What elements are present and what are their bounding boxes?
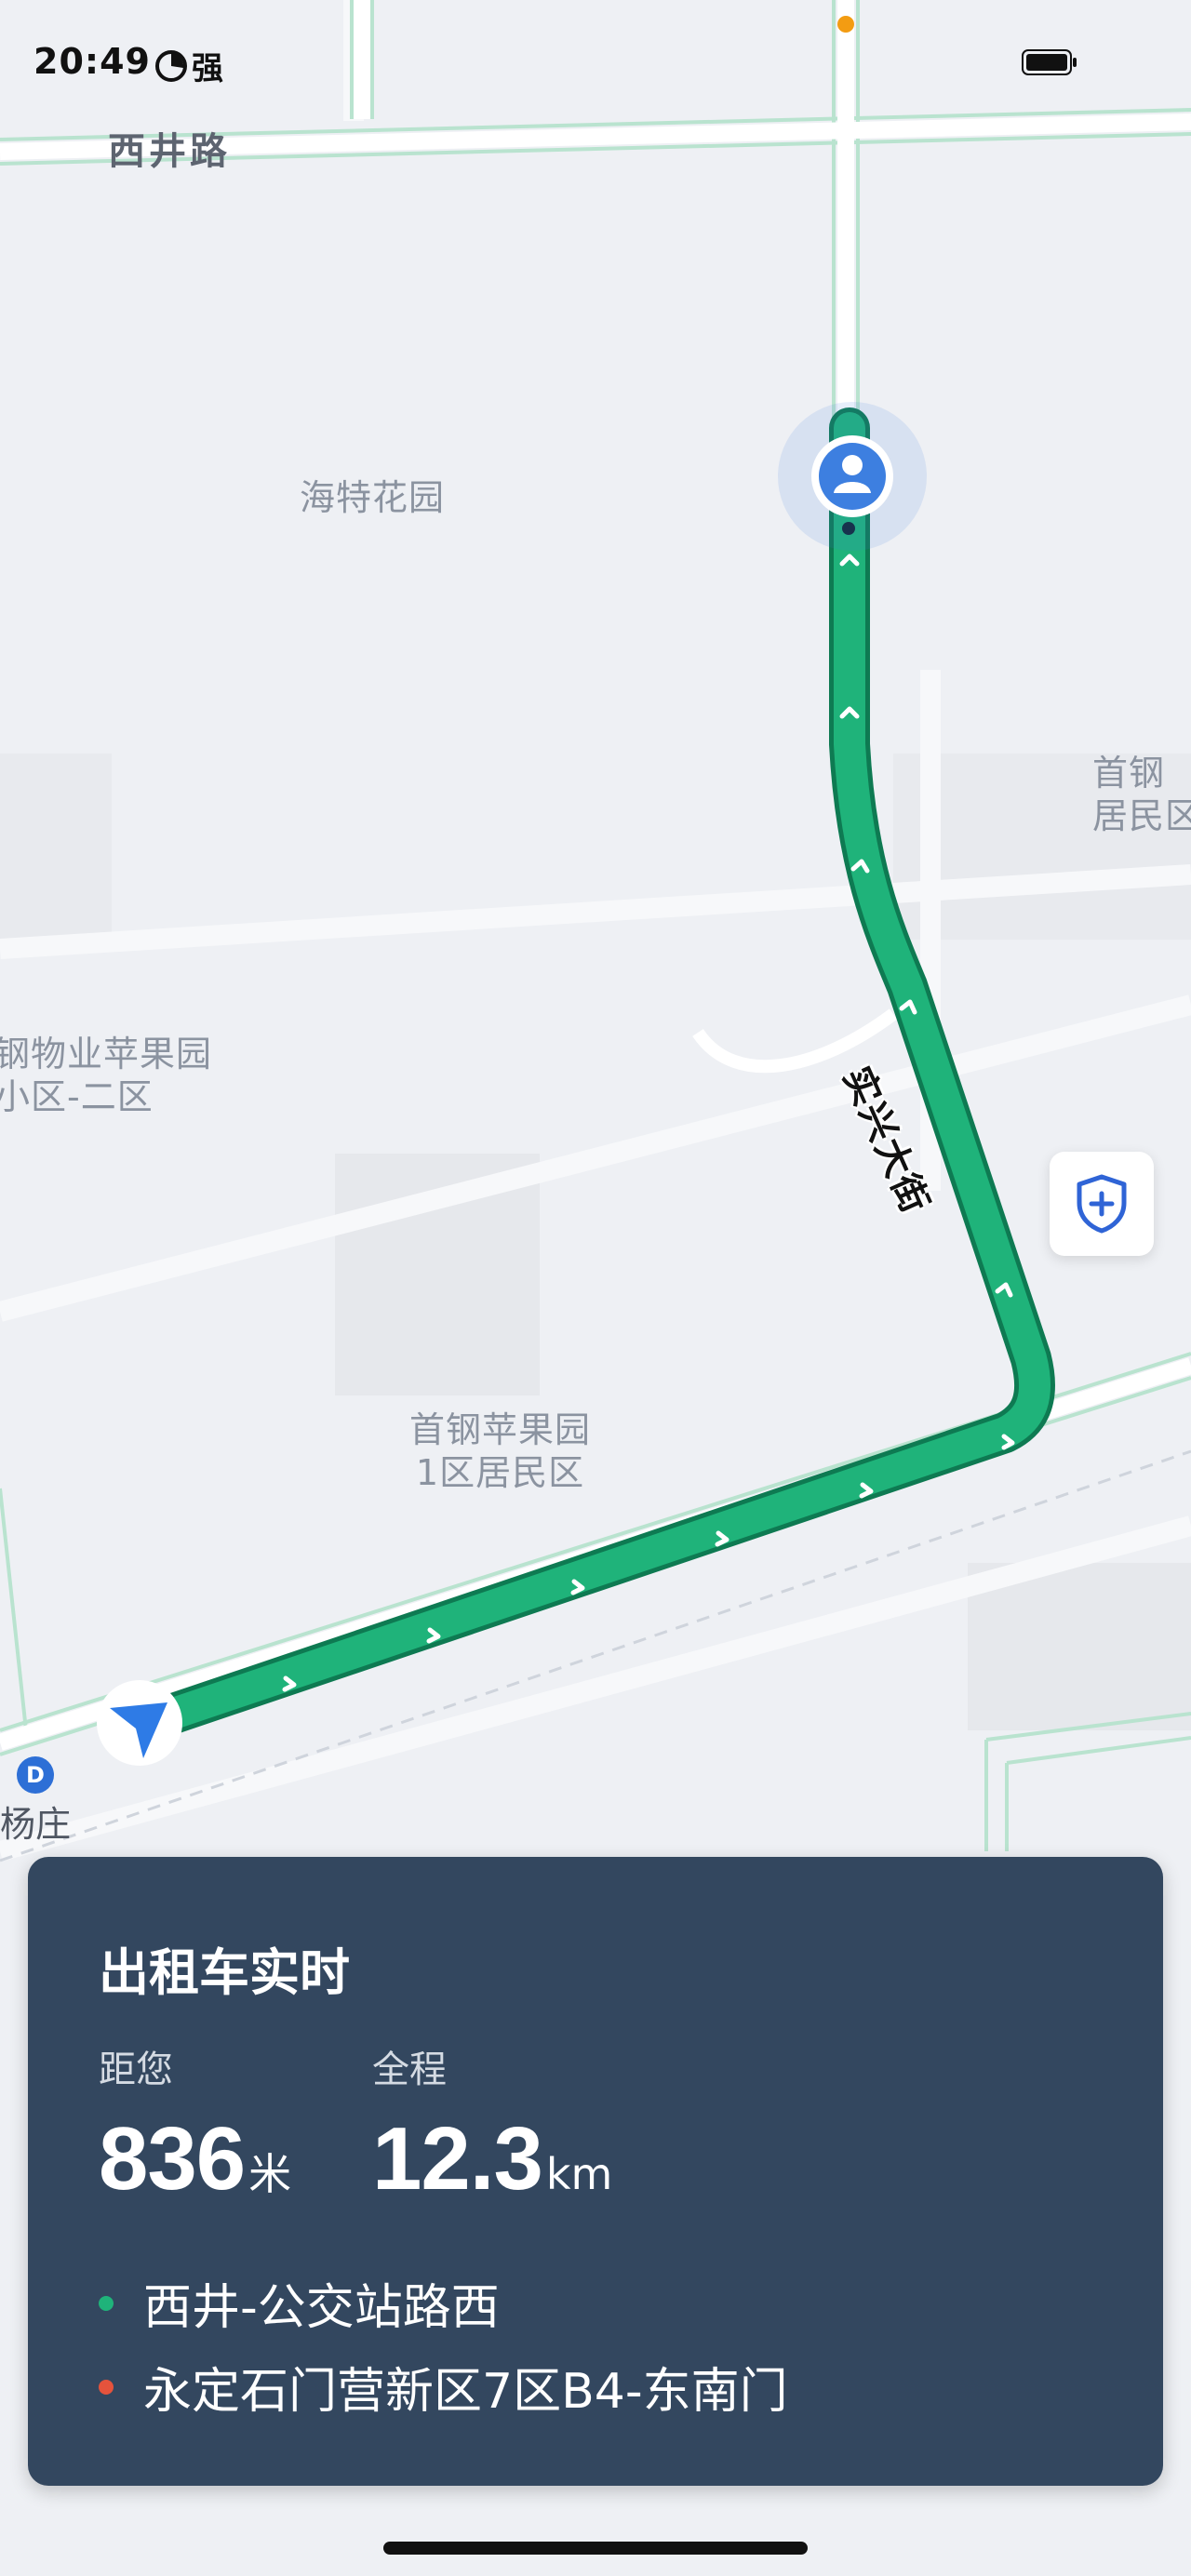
- total-label: 全程: [372, 2049, 447, 2091]
- total-stat: 全程 12.3 km: [372, 2039, 612, 2210]
- status-time: 20:49: [33, 41, 151, 82]
- destination-stop: 永定石门营新区7区B4-东南门: [99, 2352, 788, 2422]
- taxi-navigation-arrow: [97, 1680, 182, 1766]
- passenger-location-marker: [778, 402, 927, 551]
- poi-label: 首钢 居民区: [1092, 753, 1191, 836]
- home-indicator[interactable]: [383, 2542, 808, 2555]
- distance-unit: 米: [248, 2149, 292, 2199]
- safety-shield-button[interactable]: [1050, 1152, 1154, 1256]
- poi-label: 首钢苹果园 1区居民区: [409, 1409, 592, 1493]
- poi-label: 海特花园: [300, 477, 446, 518]
- network-label: 强: [192, 50, 223, 87]
- metro-icon: D: [17, 1756, 54, 1794]
- road-label: 西井路: [108, 130, 231, 173]
- destination-dot-icon: [99, 2379, 114, 2395]
- total-value: 12.3: [372, 2109, 543, 2209]
- poi-label: 钢物业苹果园 小区-二区: [0, 1034, 213, 1117]
- network-status: 强: [154, 43, 223, 88]
- destination-label: 永定石门营新区7区B4-东南门: [143, 2364, 788, 2420]
- origin-label: 西井-公交站路西: [143, 2280, 500, 2336]
- origin-stop: 西井-公交站路西: [99, 2268, 500, 2338]
- network-signal-icon: [155, 49, 187, 82]
- total-unit: km: [545, 2149, 613, 2199]
- battery-icon: [1022, 49, 1077, 75]
- distance-stat: 距您 836 米: [99, 2039, 291, 2210]
- taxi-info-card[interactable]: 出租车实时 距您 836 米 全程 12.3 km 西井-公交站路西 永定石门营…: [28, 1857, 1163, 2486]
- card-title: 出租车实时: [99, 1943, 350, 2002]
- distance-value: 836: [99, 2109, 246, 2209]
- shield-icon: [1077, 1174, 1127, 1234]
- distance-label: 距您: [99, 2049, 173, 2091]
- origin-dot-icon: [99, 2295, 114, 2311]
- status-bar: 20:49 强: [0, 0, 1191, 121]
- metro-station-label: 杨庄: [0, 1804, 72, 1845]
